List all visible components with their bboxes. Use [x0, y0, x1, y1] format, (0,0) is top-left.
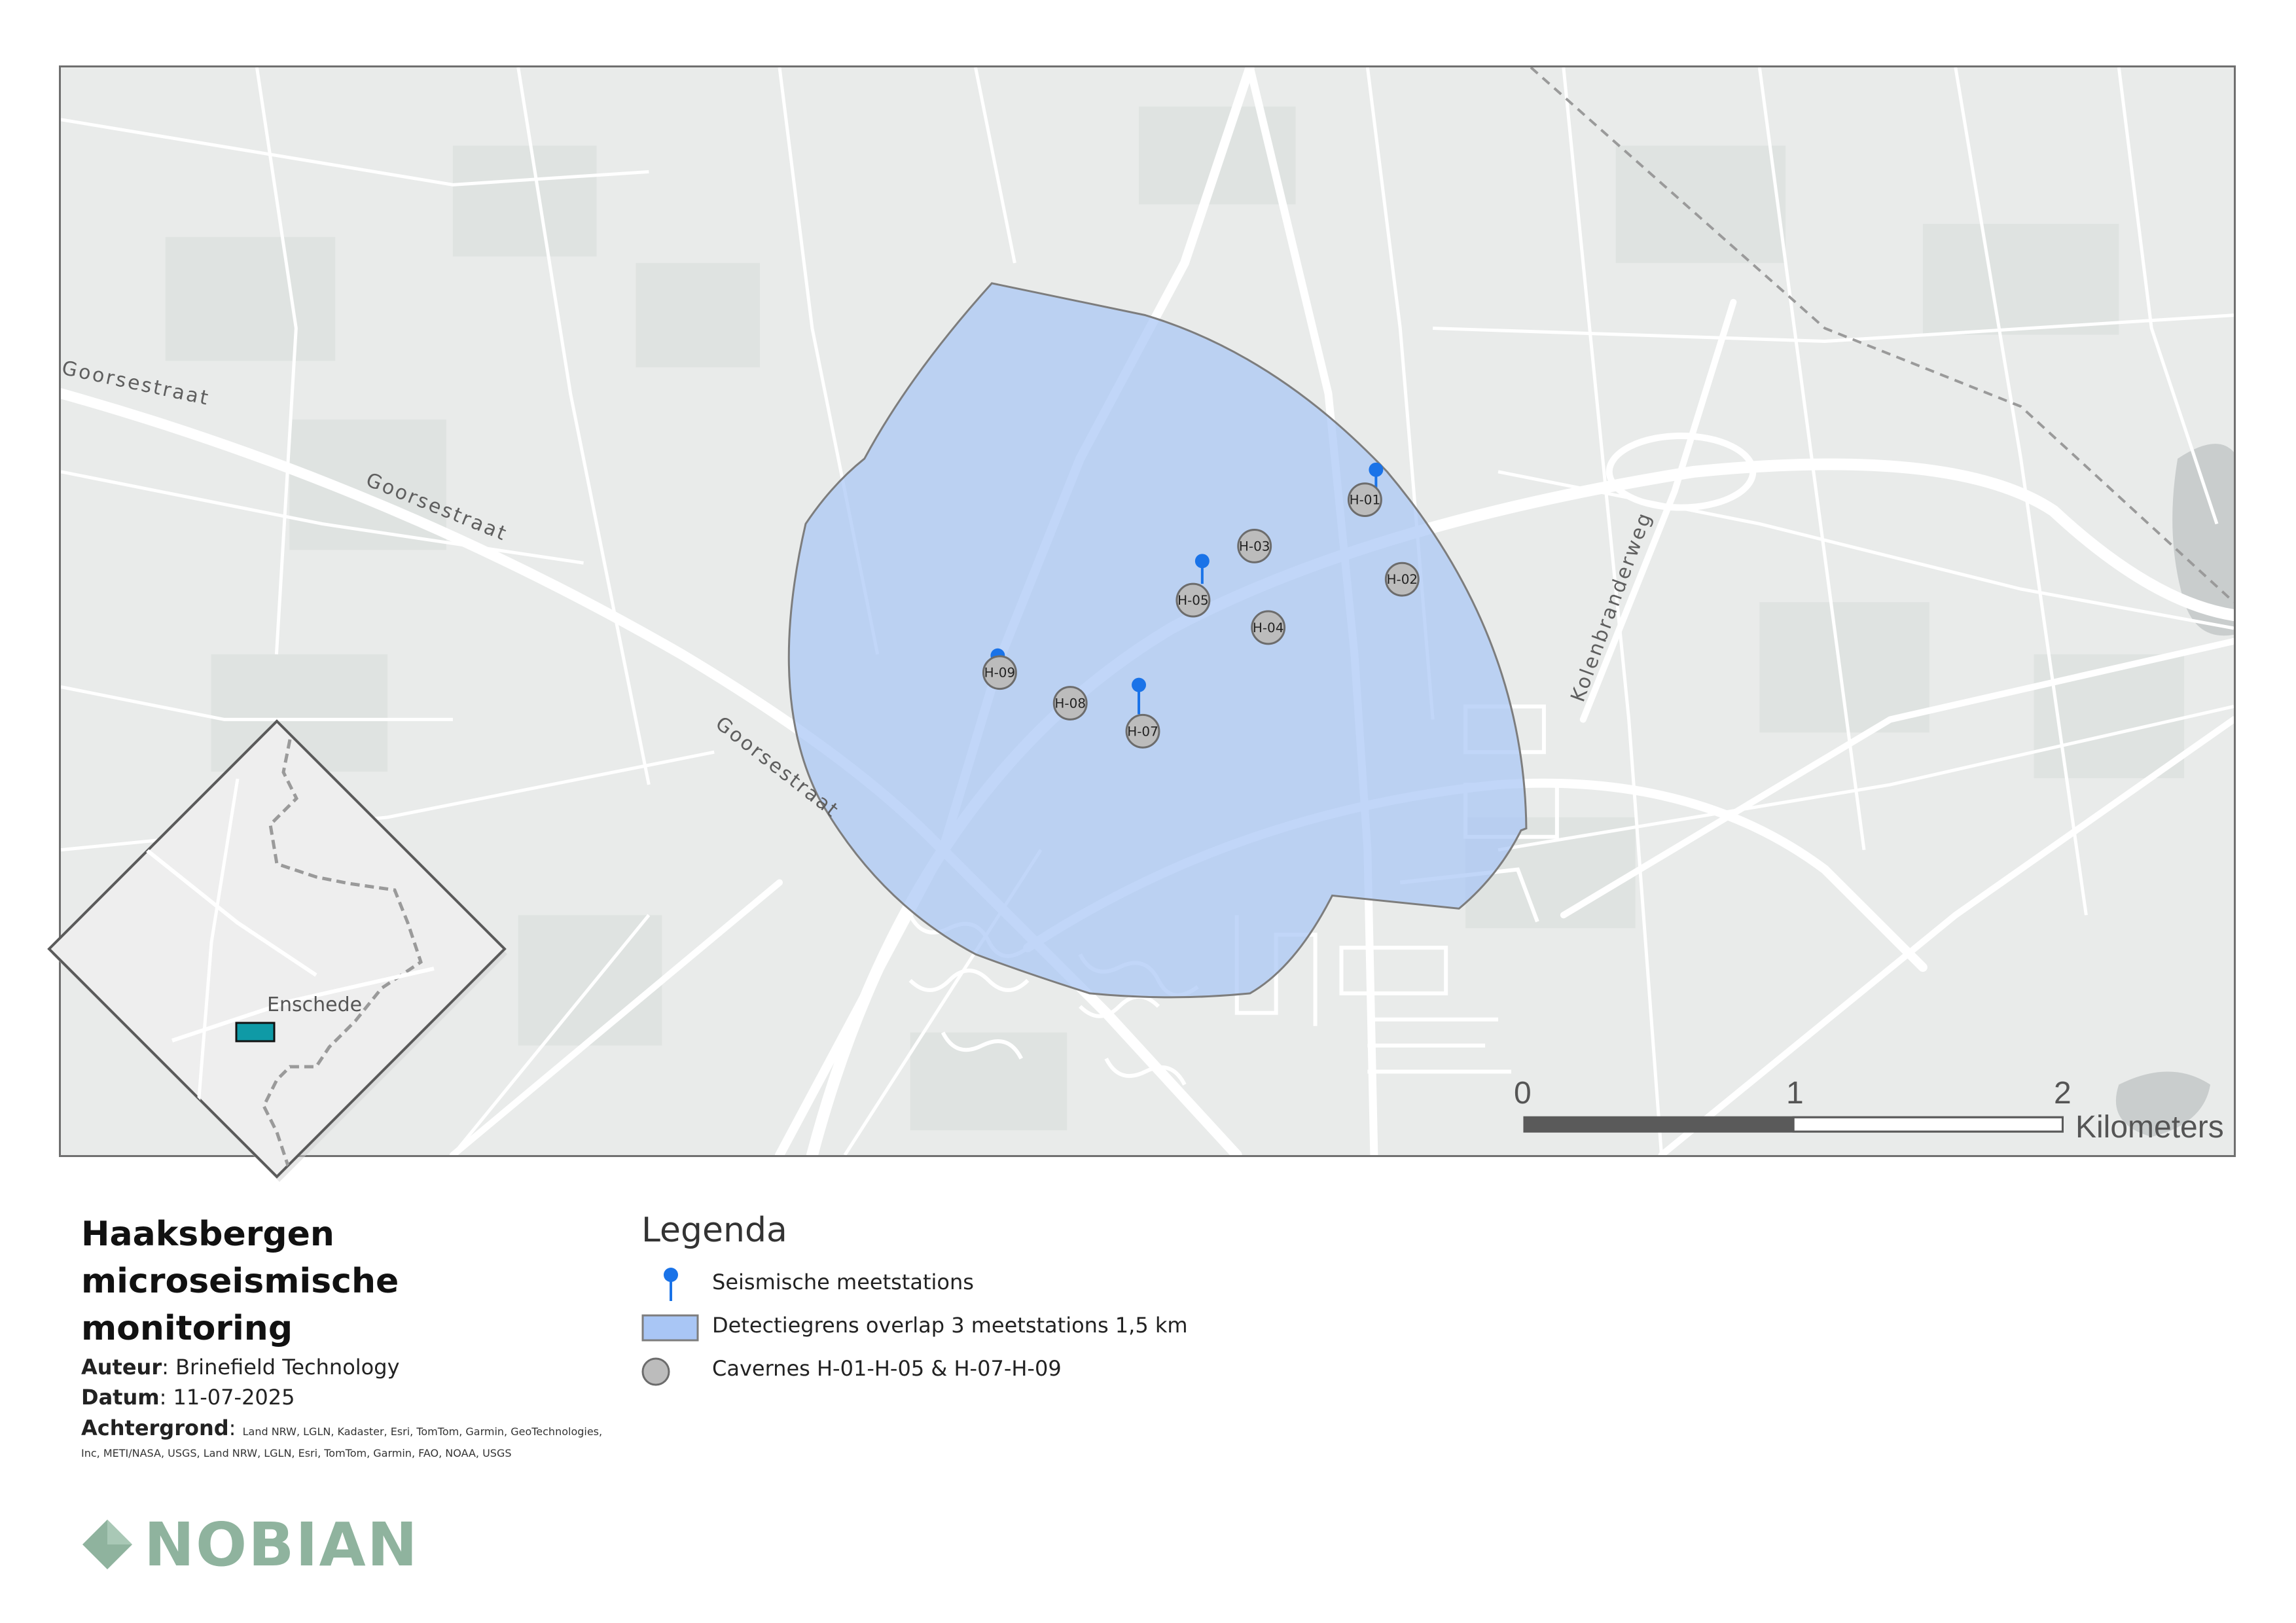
svg-text:H-09: H-09 — [984, 665, 1016, 681]
inset-location-marker — [235, 1022, 276, 1043]
legend-label-caverns: Cavernes H-01-H-05 & H-07-H-09 — [712, 1356, 1062, 1381]
scale-bar — [1523, 1116, 2064, 1133]
grey-circle-icon — [641, 1357, 670, 1386]
cavern-h08[interactable]: H-08 — [1052, 686, 1088, 721]
north-arrow-icon — [2234, 215, 2236, 306]
cavern-h03[interactable]: H-03 — [1237, 528, 1272, 563]
inset-map[interactable]: Enschede — [41, 713, 512, 1185]
cavern-h07[interactable]: H-07 — [1125, 713, 1160, 749]
svg-text:H-02: H-02 — [1386, 571, 1418, 587]
cavern-h01[interactable]: H-01 — [1347, 482, 1382, 518]
scale-tick-1: 1 — [1786, 1076, 1804, 1111]
cavern-h05[interactable]: H-05 — [1175, 582, 1211, 618]
legend-label-stations: Seismische meetstations — [712, 1270, 974, 1294]
background-line: Achtergrond: Land NRW, LGLN, Kadaster, E… — [81, 1416, 603, 1459]
svg-text:H-08: H-08 — [1054, 695, 1086, 711]
cavern-h09[interactable]: H-09 — [982, 655, 1017, 690]
scale-unit: Kilometers — [2075, 1110, 2224, 1145]
author-line: Auteur: Brinefield Technology — [81, 1355, 400, 1380]
cavern-h04[interactable]: H-04 — [1251, 610, 1286, 645]
svg-text:H-04: H-04 — [1253, 620, 1284, 635]
north-arrow: N — [2221, 162, 2236, 313]
svg-text:H-05: H-05 — [1177, 592, 1209, 608]
logo-text: NOBIAN — [144, 1509, 419, 1580]
svg-text:H-07: H-07 — [1127, 723, 1158, 739]
date-line: Datum: 11-07-2025 — [81, 1385, 295, 1410]
svg-text:H-01: H-01 — [1350, 492, 1381, 508]
author-value: Brinefield Technology — [175, 1355, 400, 1380]
diamond-logo-icon — [82, 1520, 132, 1569]
cavern-h02[interactable]: H-02 — [1384, 562, 1420, 597]
legend: Legenda Seismische meetstations Detectie… — [641, 1211, 1296, 1393]
scale-tick-2: 2 — [2054, 1076, 2072, 1111]
title-block: Haaksbergen microseismische monitoring A… — [81, 1211, 605, 1462]
legend-item-caverns: Cavernes H-01-H-05 & H-07-H-09 — [641, 1349, 1296, 1393]
legend-title: Legenda — [641, 1211, 787, 1250]
nobian-logo: NOBIAN — [81, 1509, 419, 1580]
map-title-line-2: microseismische monitoring — [81, 1262, 399, 1348]
blue-polygon-icon — [641, 1314, 699, 1342]
map-title-line-1: Haaksbergen — [81, 1215, 334, 1254]
scale-tick-0: 0 — [1514, 1076, 1532, 1111]
legend-item-stations: Seismische meetstations — [641, 1263, 1296, 1306]
inset-city-label: Enschede — [267, 993, 362, 1016]
blue-pin-icon — [664, 1268, 678, 1301]
legend-item-detection: Detectiegrens overlap 3 meetstations 1,5… — [641, 1306, 1296, 1349]
detection-polygon — [787, 282, 1528, 999]
svg-text:H-03: H-03 — [1239, 538, 1270, 554]
legend-label-detection: Detectiegrens overlap 3 meetstations 1,5… — [712, 1313, 1188, 1338]
date-value: 11-07-2025 — [173, 1385, 295, 1410]
